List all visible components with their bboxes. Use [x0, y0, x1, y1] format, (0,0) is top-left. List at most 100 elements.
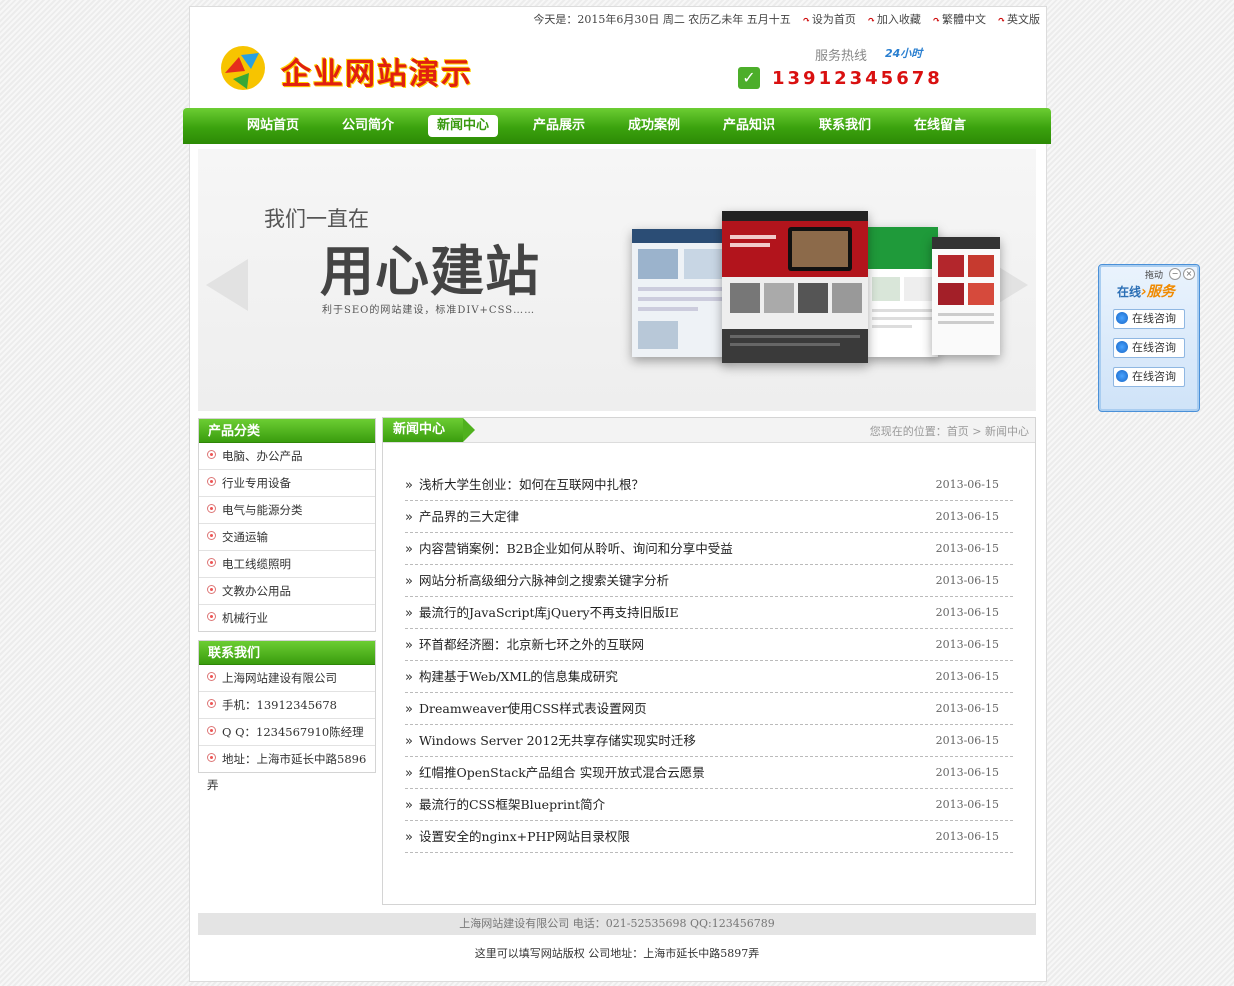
- website-screenshot-image: [866, 227, 938, 357]
- news-title[interactable]: 环首都经济圈：北京新七环之外的互联网: [419, 637, 644, 652]
- news-item[interactable]: » 设置安全的nginx+PHP网站目录权限 2013-06-15: [405, 822, 1013, 853]
- double-chevron-icon: »: [405, 510, 413, 525]
- double-chevron-icon: »: [405, 830, 413, 845]
- news-title[interactable]: 最流行的CSS框架Blueprint简介: [419, 797, 605, 812]
- news-title[interactable]: Dreamweaver使用CSS样式表设置网页: [419, 701, 647, 716]
- news-item[interactable]: » 红帽推OpenStack产品组合 实现开放式混合云愿景 2013-06-15: [405, 758, 1013, 789]
- contact-item: Q Q：1234567910陈经理: [199, 719, 375, 746]
- logo-text: 企业网站演示: [281, 57, 473, 92]
- nav-item-cases[interactable]: 成功案例: [619, 115, 689, 137]
- news-title[interactable]: 红帽推OpenStack产品组合 实现开放式混合云愿景: [419, 765, 705, 780]
- bullet-icon: [207, 477, 216, 486]
- category-item[interactable]: 机械行业: [199, 605, 375, 631]
- english-link[interactable]: ↷ 英文版: [997, 13, 1040, 26]
- product-category-title: 产品分类: [199, 419, 375, 443]
- online-service-widget[interactable]: 拖动 − × 在线›服务 在线咨询 在线咨询 在线咨询: [1098, 264, 1200, 412]
- contact-item: 地址：上海市延长中路5896弄: [207, 752, 367, 792]
- nav-item-message[interactable]: 在线留言: [905, 115, 975, 137]
- news-item[interactable]: » 最流行的JavaScript库jQuery不再支持旧版IE 2013-06-15: [405, 598, 1013, 629]
- qq-consult-button[interactable]: 在线咨询: [1113, 367, 1185, 387]
- news-title[interactable]: Windows Server 2012无共享存储实现实时迁移: [419, 733, 696, 748]
- news-date: 2013-06-15: [935, 510, 999, 523]
- news-list: » 浅析大学生创业：如何在互联网中扎根？ 2013-06-15 » 产品界的三大定律 20…: [405, 470, 1013, 854]
- bullet-icon: [207, 531, 216, 540]
- news-item[interactable]: » 最流行的CSS框架Blueprint简介 2013-06-15: [405, 790, 1013, 821]
- contact-title: 联系我们: [199, 641, 375, 665]
- nav-item-products[interactable]: 产品展示: [524, 115, 594, 137]
- qq-icon: [1116, 341, 1128, 353]
- news-item[interactable]: » Dreamweaver使用CSS样式表设置网页 2013-06-15: [405, 694, 1013, 725]
- nav-item-contact[interactable]: 联系我们: [810, 115, 880, 137]
- add-favorite-link[interactable]: ↷ 加入收藏: [867, 13, 921, 26]
- news-item[interactable]: » Windows Server 2012无共享存储实现实时迁移 2013-06-1…: [405, 726, 1013, 757]
- bullet-icon: [207, 585, 216, 594]
- banner-subline: 利于SEO的网站建设，标准DIV+CSS……: [322, 305, 536, 316]
- news-item[interactable]: » 环首都经济圈：北京新七环之外的互联网 2013-06-15: [405, 630, 1013, 661]
- news-date: 2013-06-15: [935, 606, 999, 619]
- website-screenshot-image: [632, 229, 728, 357]
- bullet-icon: [207, 726, 216, 735]
- bullet-icon: [207, 753, 216, 762]
- news-title[interactable]: 设置安全的nginx+PHP网站目录权限: [419, 829, 630, 844]
- news-title[interactable]: 浅析大学生创业：如何在互联网中扎根？: [419, 477, 644, 492]
- site-logo[interactable]: 企业网站演示: [215, 39, 515, 95]
- category-item[interactable]: 电气与能源分类: [199, 497, 375, 524]
- news-date: 2013-06-15: [935, 798, 999, 811]
- news-item[interactable]: » 内容营销案例：B2B企业如何从聆听、询问和分享中受益 2013-06-15: [405, 534, 1013, 565]
- qq-consult-button[interactable]: 在线咨询: [1113, 309, 1185, 329]
- link-arrow-icon: ↷: [932, 16, 940, 26]
- main-nav: 网站首页 公司简介 新闻中心 产品展示 成功案例 产品知识 联系我们 在线留言: [183, 108, 1051, 144]
- date-text: 今天是：2015年6月30日 周二 农历乙未年 五月十五: [533, 13, 791, 26]
- bullet-icon: [207, 699, 216, 708]
- category-item[interactable]: 电脑、办公产品: [199, 443, 375, 470]
- news-title[interactable]: 网站分析高级细分六脉神剑之搜索关键字分析: [419, 573, 669, 588]
- website-screenshot-image: [722, 211, 868, 363]
- hotline-number: 13912345678: [772, 68, 943, 89]
- qq-icon: [1116, 370, 1128, 382]
- news-item[interactable]: » 产品界的三大定律 2013-06-15: [405, 502, 1013, 533]
- news-title[interactable]: 最流行的JavaScript库jQuery不再支持旧版IE: [419, 605, 679, 620]
- category-item[interactable]: 电工线缆照明: [199, 551, 375, 578]
- news-title[interactable]: 构建基于Web/XML的信息集成研究: [419, 669, 618, 684]
- category-item[interactable]: 交通运输: [199, 524, 375, 551]
- news-item[interactable]: » 网站分析高级细分六脉神剑之搜索关键字分析 2013-06-15: [405, 566, 1013, 597]
- news-item[interactable]: » 构建基于Web/XML的信息集成研究 2013-06-15: [405, 662, 1013, 693]
- nav-item-about[interactable]: 公司简介: [333, 115, 403, 137]
- close-icon[interactable]: ×: [1183, 268, 1195, 280]
- category-item[interactable]: 行业专用设备: [199, 470, 375, 497]
- nav-item-news[interactable]: 新闻中心: [428, 115, 499, 137]
- top-bar: 今天是：2015年6月30日 周二 农历乙未年 五月十五 ↷ 设为首页 ↷ 加入收藏…: [525, 11, 1040, 27]
- qq-consult-button[interactable]: 在线咨询: [1113, 338, 1185, 358]
- double-chevron-icon: »: [405, 606, 413, 621]
- bullet-icon: [207, 612, 216, 621]
- news-date: 2013-06-15: [935, 638, 999, 651]
- news-date: 2013-06-15: [935, 766, 999, 779]
- news-tab: 新闻中心: [383, 418, 475, 442]
- link-arrow-icon: ↷: [997, 16, 1005, 26]
- double-chevron-icon: »: [405, 702, 413, 717]
- news-date: 2013-06-15: [935, 670, 999, 683]
- news-title[interactable]: 产品界的三大定律: [419, 509, 519, 524]
- contact-item: 手机：13912345678: [199, 692, 375, 719]
- service-title: 在线›服务: [1117, 284, 1175, 300]
- drag-label[interactable]: 拖动: [1145, 268, 1163, 281]
- double-chevron-icon: »: [405, 734, 413, 749]
- set-home-link[interactable]: ↷ 设为首页: [802, 13, 856, 26]
- traditional-chinese-link[interactable]: ↷ 繁體中文: [932, 13, 986, 26]
- double-chevron-icon: »: [405, 638, 413, 653]
- website-screenshot-image: [932, 237, 1000, 355]
- banner-prev-arrow-icon[interactable]: [206, 259, 248, 311]
- nav-item-knowledge[interactable]: 产品知识: [714, 115, 784, 137]
- link-arrow-icon: ↷: [867, 16, 875, 26]
- category-item[interactable]: 文教办公用品: [199, 578, 375, 605]
- contact-item: 上海网站建设有限公司: [199, 665, 375, 692]
- nav-item-home[interactable]: 网站首页: [238, 115, 308, 137]
- banner-headline: 用心建站: [320, 240, 540, 303]
- news-date: 2013-06-15: [935, 734, 999, 747]
- minimize-icon[interactable]: −: [1169, 268, 1181, 280]
- breadcrumb: 您现在的位置：首页 > 新闻中心: [869, 425, 1029, 438]
- news-title[interactable]: 内容营销案例：B2B企业如何从聆听、询问和分享中受益: [419, 541, 733, 556]
- footer-copyright: 这里可以填写网站版权 公司地址：上海市延长中路5897弄: [474, 947, 760, 960]
- news-item[interactable]: » 浅析大学生创业：如何在互联网中扎根？ 2013-06-15: [405, 470, 1013, 501]
- phone-check-icon: ✓: [738, 67, 760, 89]
